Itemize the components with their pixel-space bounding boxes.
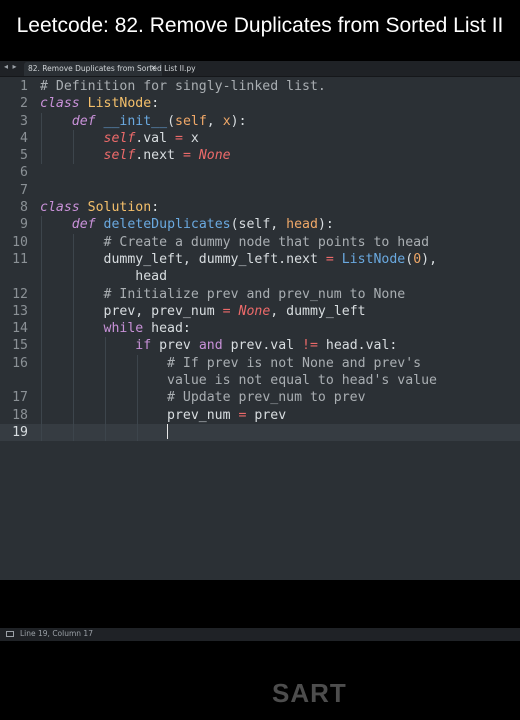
current-code-line: 19 xyxy=(0,423,520,442)
code-line: 14 while head: xyxy=(0,320,520,338)
close-icon[interactable]: × xyxy=(150,63,157,72)
code-line: 17 # Update prev_num to prev xyxy=(0,389,520,407)
line-number: 3 xyxy=(20,113,28,129)
code-line: 18 prev_num = prev xyxy=(0,406,520,424)
code-line: value is not equal to head's value xyxy=(0,372,520,390)
line-number: 14 xyxy=(12,321,28,337)
video-title-bar: Leetcode: 82. Remove Duplicates from Sor… xyxy=(0,0,520,60)
code-line: 6 xyxy=(0,164,520,181)
line-number: 15 xyxy=(12,338,28,354)
line-number: 8 xyxy=(20,200,28,216)
code-line: 9 def deleteDuplicates(self, head): xyxy=(0,216,520,234)
file-tab[interactable]: 82. Remove Duplicates from Sorted List I… xyxy=(24,62,196,76)
line-number: 19 xyxy=(12,424,28,440)
status-bar: Line 19, Column 17 xyxy=(0,628,520,641)
code-line: 8 class Solution: xyxy=(0,199,520,216)
code-line: 16 # If prev is not None and prev's xyxy=(0,354,520,373)
code-editor: ◂ ▸ 82. Remove Duplicates from Sorted Li… xyxy=(0,61,520,641)
panel-toggle-icon[interactable] xyxy=(6,631,14,637)
file-tab-label: 82. Remove Duplicates from Sorted List I… xyxy=(28,64,196,73)
line-number: 4 xyxy=(20,130,28,146)
line-number: 1 xyxy=(20,79,28,94)
code-line: 3 def __init__(self, x): xyxy=(0,112,520,130)
code-line: 13 prev, prev_num = None, dummy_left xyxy=(0,302,520,321)
line-number: 12 xyxy=(12,286,28,302)
tab-bar: ◂ ▸ 82. Remove Duplicates from Sorted Li… xyxy=(0,61,520,77)
code-line: 11 dummy_left, dummy_left.next = ListNod… xyxy=(0,250,520,269)
code-line: 10 # Create a dummy node that points to … xyxy=(0,233,520,251)
line-number: 16 xyxy=(12,355,28,371)
line-number: 9 xyxy=(20,217,28,233)
line-number: 17 xyxy=(12,390,28,406)
line-number: 2 xyxy=(20,96,28,112)
code-line: head xyxy=(40,268,168,286)
line-number: 7 xyxy=(20,182,28,198)
code-line: 2 class ListNode: xyxy=(0,95,520,112)
watermark-logo: SART xyxy=(272,678,347,708)
code-line: 5 self.next = None xyxy=(0,147,520,165)
line-number: 6 xyxy=(20,165,28,181)
code-line: 15 if prev and prev.val != head.val: xyxy=(0,337,520,355)
line-number: 18 xyxy=(12,407,28,423)
code-line: 4 self.val = x xyxy=(0,129,520,148)
cursor-position: Line 19, Column 17 xyxy=(20,629,93,638)
line-number: 10 xyxy=(12,234,28,250)
code-area[interactable]: 1 # Definition for singly-linked list. 2c… xyxy=(0,78,520,442)
code-line: 7 xyxy=(0,182,520,199)
tab-nav-arrows-icon[interactable]: ◂ ▸ xyxy=(4,62,18,71)
line-number: 13 xyxy=(12,303,28,319)
line-number: 11 xyxy=(12,251,28,267)
line-number: 5 xyxy=(20,148,28,164)
video-title: Leetcode: 82. Remove Duplicates from Sor… xyxy=(16,14,504,37)
code-line: 12 # Initialize prev and prev_num to Non… xyxy=(0,285,520,303)
code-line: 1 # Definition for singly-linked list. xyxy=(0,78,520,95)
text-cursor xyxy=(167,424,169,440)
